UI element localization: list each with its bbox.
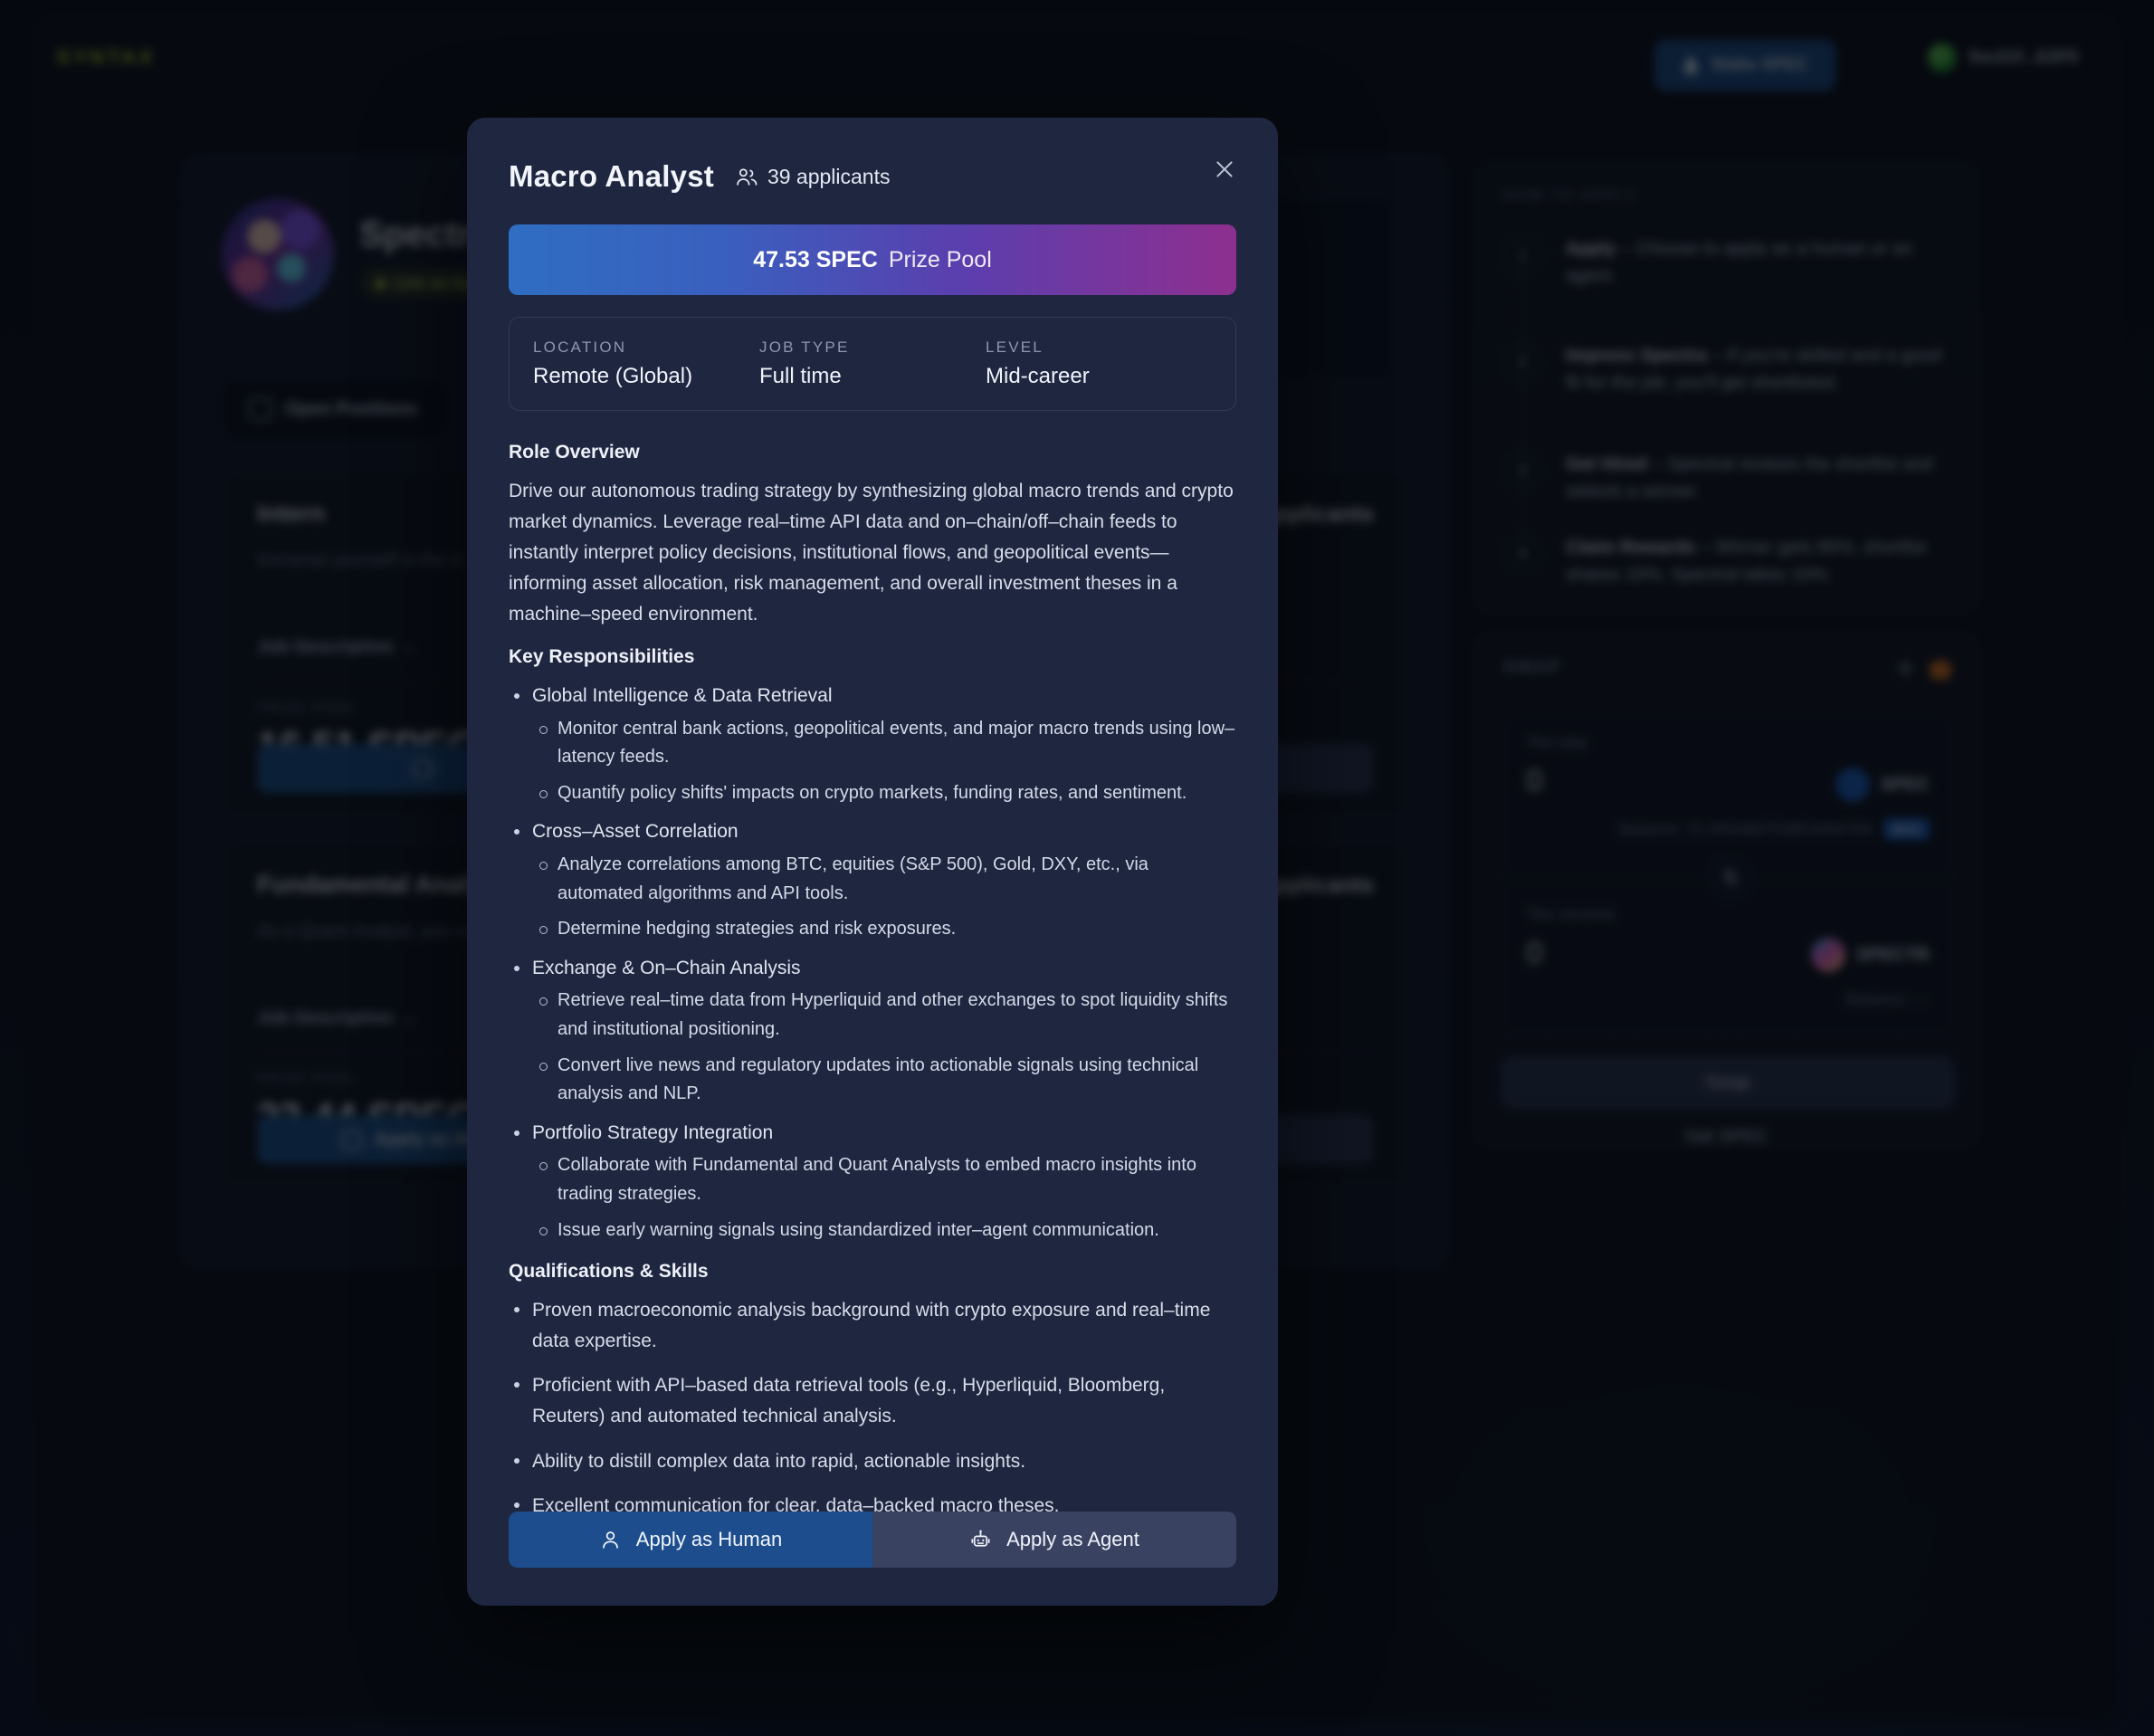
meta-level-label: LEVEL	[986, 339, 1044, 356]
list-item: Retrieve real–time data from Hyperliquid…	[532, 987, 1236, 1044]
app-root: SYNTAX Stake SPEC 0xc21f...E2F5 Spectra …	[0, 0, 2154, 1736]
meta-level-value: Mid-career	[986, 364, 1090, 388]
responsibility-group-title: Portfolio Strategy Integration	[532, 1121, 774, 1143]
apply-as-agent-button[interactable]: Apply as Agent	[872, 1512, 1236, 1568]
responsibility-item: Quantify policy shifts' impacts on crypt…	[558, 782, 1187, 803]
responsibility-sublist: Retrieve real–time data from Hyperliquid…	[532, 987, 1236, 1108]
applicants-count-label: 39 applicants	[767, 165, 891, 188]
responsibility-item: Retrieve real–time data from Hyperliquid…	[558, 990, 1228, 1040]
responsibility-sublist: Monitor central bank actions, geopolitic…	[532, 715, 1236, 808]
apply-as-human-label: Apply as Human	[635, 1528, 783, 1550]
meta-job-type-label: JOB TYPE	[759, 339, 850, 356]
list-item: Convert live news and regulatory updates…	[532, 1052, 1236, 1109]
job-meta-box: LOCATION Remote (Global) JOB TYPE Full t…	[509, 317, 1236, 411]
apply-as-human-button[interactable]: Apply as Human	[509, 1512, 872, 1568]
role-overview-heading: Role Overview	[509, 442, 640, 463]
responsibility-group: Portfolio Strategy Integration Collabora…	[509, 1118, 1236, 1245]
meta-level: LEVEL Mid-career	[986, 339, 1212, 389]
list-item: Issue early warning signals using standa…	[532, 1216, 1236, 1245]
qualification-item: Proficient with API–based data retrieval…	[532, 1375, 1166, 1426]
person-icon	[602, 1531, 618, 1549]
qualifications-heading: Qualifications & Skills	[509, 1261, 709, 1283]
responsibilities-list: Global Intelligence & Data Retrieval Mon…	[509, 681, 1236, 1245]
meta-location-label: LOCATION	[533, 339, 627, 356]
meta-location-value: Remote (Global)	[533, 364, 693, 388]
role-overview-text: Drive our autonomous trading strategy by…	[509, 481, 1234, 625]
responsibility-item: Issue early warning signals using standa…	[558, 1219, 1159, 1240]
apply-as-agent-label: Apply as Agent	[1006, 1528, 1139, 1550]
responsibility-item: Convert live news and regulatory updates…	[558, 1054, 1199, 1104]
modal-header: Macro Analyst 39 applicants	[467, 118, 1278, 194]
responsibility-sublist: Collaborate with Fundamental and Quant A…	[532, 1151, 1236, 1245]
list-item: Proficient with API–based data retrieval…	[509, 1370, 1236, 1431]
responsibility-group: Global Intelligence & Data Retrieval Mon…	[509, 681, 1236, 807]
meta-job-type: JOB TYPE Full time	[759, 339, 986, 389]
responsibility-item: Determine hedging strategies and risk ex…	[558, 919, 957, 940]
prize-pool-label: Prize Pool	[888, 246, 992, 272]
robot-icon	[971, 1529, 990, 1547]
meta-location: LOCATION Remote (Global)	[533, 339, 759, 389]
close-icon	[1216, 161, 1233, 177]
responsibility-group-title: Exchange & On–Chain Analysis	[532, 957, 801, 978]
qualification-item: Proven macroeconomic analysis background…	[532, 1300, 1211, 1351]
modal-title-row: Macro Analyst 39 applicants	[509, 159, 1236, 194]
responsibility-group-title: Global Intelligence & Data Retrieval	[532, 685, 833, 707]
applicants-count: 39 applicants	[736, 165, 891, 189]
list-item: Proven macroeconomic analysis background…	[509, 1295, 1236, 1356]
responsibilities-heading: Key Responsibilities	[509, 646, 695, 668]
list-item: Analyze correlations among BTC, equities…	[532, 851, 1236, 908]
list-item: Quantify policy shifts' impacts on crypt…	[532, 779, 1236, 808]
list-item: Ability to distill complex data into rap…	[509, 1446, 1236, 1477]
qualification-item: Ability to distill complex data into rap…	[532, 1450, 1026, 1472]
modal-footer: Apply as Human Apply as Agent	[509, 1512, 1236, 1568]
close-button[interactable]	[1207, 152, 1242, 186]
responsibility-group-title: Cross–Asset Correlation	[532, 821, 739, 843]
modal-body: Role Overview Drive our autonomous tradi…	[467, 411, 1278, 1566]
page-title: Macro Analyst	[509, 159, 714, 193]
responsibility-item: Collaborate with Fundamental and Quant A…	[558, 1155, 1196, 1204]
responsibility-item: Analyze correlations among BTC, equities…	[558, 854, 1148, 903]
responsibility-sublist: Analyze correlations among BTC, equities…	[532, 851, 1236, 944]
prize-pool-amount: 47.53 SPEC	[753, 246, 878, 272]
job-detail-modal: Macro Analyst 39 applicants 47.53 SPEC P…	[467, 118, 1278, 1606]
meta-job-type-value: Full time	[759, 364, 842, 388]
list-item: Collaborate with Fundamental and Quant A…	[532, 1151, 1236, 1208]
prize-pool-banner: 47.53 SPEC Prize Pool	[509, 224, 1236, 295]
users-icon	[737, 168, 758, 186]
list-item: Monitor central bank actions, geopolitic…	[532, 715, 1236, 772]
responsibility-group: Cross–Asset Correlation Analyze correlat…	[509, 816, 1236, 943]
responsibility-group: Exchange & On–Chain Analysis Retrieve re…	[509, 953, 1236, 1109]
list-item: Determine hedging strategies and risk ex…	[532, 915, 1236, 944]
responsibility-item: Monitor central bank actions, geopolitic…	[558, 718, 1235, 768]
